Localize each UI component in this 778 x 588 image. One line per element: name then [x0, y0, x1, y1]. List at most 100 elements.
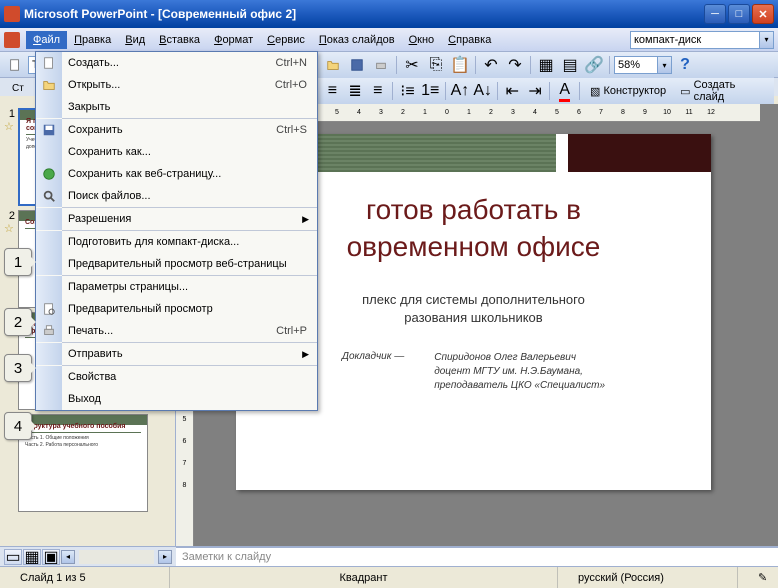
new-icon — [36, 52, 62, 74]
designer-button[interactable]: ▧ Конструктор — [584, 80, 672, 102]
menu-item-label: Сохранить как... — [62, 146, 317, 158]
animation-icon: ☆ — [4, 222, 18, 235]
bullets-button[interactable]: ⁝≡ — [397, 80, 418, 102]
paste-button[interactable]: 📋 — [449, 54, 471, 76]
save-icon — [36, 119, 62, 141]
new-doc-button[interactable] — [4, 54, 26, 76]
blank-icon — [36, 388, 62, 410]
font-color-button[interactable]: A — [554, 80, 575, 102]
slide-subtitle[interactable]: плекс для системы дополнительного разова… — [266, 291, 681, 327]
blank-icon — [36, 343, 62, 365]
redo-button[interactable]: ↷ — [504, 54, 526, 76]
menu-файл[interactable]: Файл — [26, 31, 67, 49]
copy-button[interactable]: ⎘ — [425, 54, 447, 76]
file-menu-сохранитькак[interactable]: Сохранить как... — [36, 141, 317, 163]
zoom-input[interactable] — [614, 56, 658, 74]
numbering-button[interactable]: 1≡ — [420, 80, 441, 102]
undo-button[interactable]: ↶ — [480, 54, 502, 76]
file-menu-выход[interactable]: Выход — [36, 388, 317, 410]
saveweb-icon — [36, 163, 62, 185]
status-spellcheck-icon[interactable]: ✎ — [738, 567, 778, 588]
menu-вид[interactable]: Вид — [118, 31, 152, 49]
blank-icon — [36, 208, 62, 230]
file-menu-сохранить[interactable]: СохранитьCtrl+S — [36, 119, 317, 141]
file-menu-печать[interactable]: Печать...Ctrl+P — [36, 320, 317, 342]
menu-окно[interactable]: Окно — [402, 31, 442, 49]
scroll-right-button[interactable]: ▸ — [158, 550, 172, 564]
notes-pane[interactable]: Заметки к слайду — [176, 546, 778, 566]
doc-icon[interactable] — [4, 32, 20, 48]
menu-сервис[interactable]: Сервис — [260, 31, 312, 49]
status-layout: Квадрант — [170, 567, 558, 588]
file-menu-разрешения[interactable]: Разрешения▶ — [36, 208, 317, 230]
print-button[interactable] — [370, 54, 392, 76]
file-menu-отправить[interactable]: Отправить▶ — [36, 343, 317, 365]
increase-indent-button[interactable]: ⇥ — [525, 80, 546, 102]
new-slide-button[interactable]: ▭ Создать слайд — [674, 80, 770, 102]
titlebar: Microsoft PowerPoint - [Современный офис… — [0, 0, 778, 28]
align-right-button[interactable]: ≡ — [367, 80, 388, 102]
sorter-view-button[interactable]: ▦ — [23, 549, 41, 565]
menu-item-label: Разрешения — [62, 213, 302, 225]
file-menu-предварительный[interactable]: Предварительный просмотр веб-страницы — [36, 253, 317, 275]
submenu-arrow-icon: ▶ — [302, 214, 317, 225]
minimize-button[interactable]: ─ — [704, 4, 726, 24]
slide-title[interactable]: готов работать в овременном офисе — [266, 192, 681, 267]
tab-outline[interactable]: Ст — [4, 81, 32, 96]
menu-справка[interactable]: Справка — [441, 31, 498, 49]
help-search-input[interactable] — [630, 31, 760, 49]
callout-1: 1 — [4, 248, 32, 276]
table-button[interactable]: ▤ — [559, 54, 581, 76]
file-menu-свойства[interactable]: Свойства — [36, 366, 317, 388]
file-menu-закрыть[interactable]: Закрыть — [36, 96, 317, 118]
menu-item-label: Свойства — [62, 371, 317, 383]
view-buttons-bar: ▭ ▦ ▣ ◂ ▸ — [0, 546, 176, 566]
blank-icon — [36, 276, 62, 298]
close-button[interactable]: ✕ — [752, 4, 774, 24]
slide-author[interactable]: Докладчик — Спиридонов Олег Валерьевич д… — [266, 351, 681, 393]
scroll-left-button[interactable]: ◂ — [61, 550, 75, 564]
blank-icon — [36, 96, 62, 118]
decrease-indent-button[interactable]: ⇤ — [502, 80, 523, 102]
align-center-button[interactable]: ≣ — [345, 80, 366, 102]
maximize-button[interactable]: □ — [728, 4, 750, 24]
menu-item-label: Закрыть — [62, 101, 317, 113]
submenu-arrow-icon: ▶ — [302, 349, 317, 360]
menu-правка[interactable]: Правка — [67, 31, 118, 49]
file-menu-dropdown: Создать...Ctrl+NОткрыть...Ctrl+O Закрыть С… — [35, 51, 318, 411]
menu-формат[interactable]: Формат — [207, 31, 260, 49]
cut-button[interactable]: ✂ — [401, 54, 423, 76]
animation-icon: ☆ — [4, 120, 18, 133]
slideshow-view-button[interactable]: ▣ — [42, 549, 60, 565]
decrease-font-button[interactable]: A↓ — [472, 80, 493, 102]
formatting-toolbar-2: ≡ ≣ ≡ ⁝≡ 1≡ A↑ A↓ ⇤ ⇥ A ▧ Конструктор ▭ … — [318, 78, 774, 104]
increase-font-button[interactable]: A↑ — [450, 80, 471, 102]
horizontal-scrollbar[interactable] — [79, 550, 154, 564]
zoom-dropdown[interactable]: ▾ — [658, 56, 672, 74]
menu-item-label: Отправить — [62, 348, 302, 360]
file-menu-подготовитьдляк[interactable]: Подготовить для компакт-диска... — [36, 231, 317, 253]
save-button[interactable] — [346, 54, 368, 76]
menu-показ слайдов[interactable]: Показ слайдов — [312, 31, 402, 49]
file-menu-параметрыстрани[interactable]: Параметры страницы... — [36, 276, 317, 298]
chart-button[interactable]: ▦ — [535, 54, 557, 76]
thumb-number: 1 — [4, 108, 18, 120]
thumb-number: 2 — [4, 210, 18, 222]
menu-item-label: Создать... — [62, 57, 276, 69]
file-menu-открыть[interactable]: Открыть...Ctrl+O — [36, 74, 317, 96]
file-menu-сохранитькаквеб[interactable]: Сохранить как веб-страницу... — [36, 163, 317, 185]
file-menu-поискфайлов[interactable]: Поиск файлов... — [36, 185, 317, 207]
align-left-button[interactable]: ≡ — [322, 80, 343, 102]
statusbar: Слайд 1 из 5 Квадрант русский (Россия) ✎ — [0, 566, 778, 588]
hyperlink-button[interactable]: 🔗 — [583, 54, 605, 76]
new-slide-icon: ▭ — [680, 85, 690, 98]
file-menu-предварительный[interactable]: Предварительный просмотр — [36, 298, 317, 320]
normal-view-button[interactable]: ▭ — [4, 549, 22, 565]
help-button[interactable]: ? — [674, 54, 696, 76]
open-button[interactable] — [322, 54, 344, 76]
menu-item-label: Открыть... — [62, 79, 275, 91]
file-menu-создать[interactable]: Создать...Ctrl+N — [36, 52, 317, 74]
help-search-dropdown[interactable]: ▾ — [760, 31, 774, 49]
status-language[interactable]: русский (Россия) — [558, 567, 738, 588]
menu-вставка[interactable]: Вставка — [152, 31, 207, 49]
